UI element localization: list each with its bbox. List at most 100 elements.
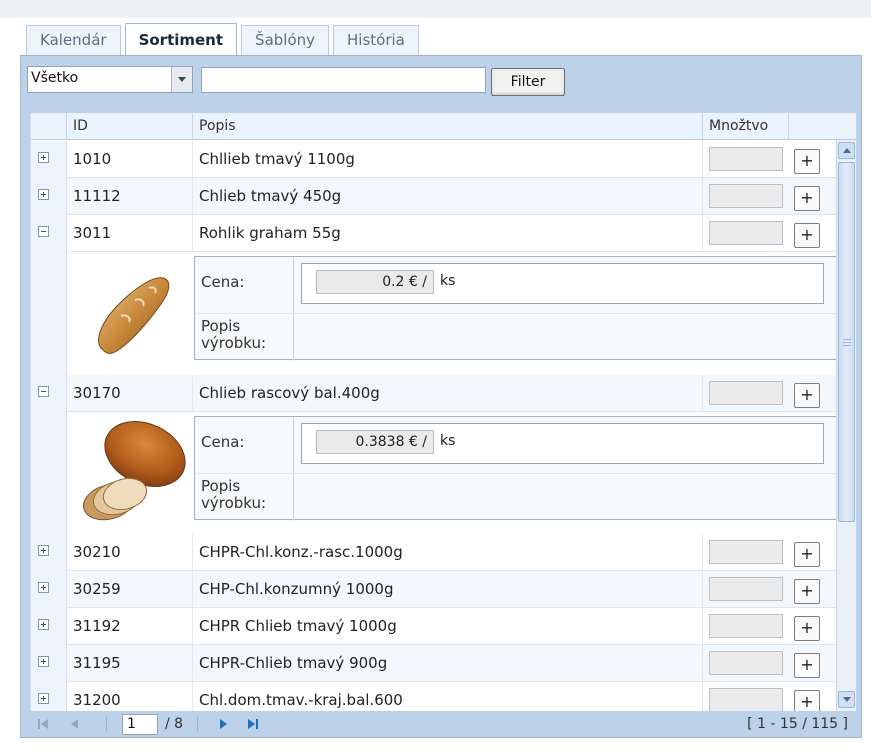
add-button[interactable]: + [794,149,820,174]
table-row[interactable]: 31195 CHPR-Chlieb tmavý 900g + [31,645,836,682]
cell-popis: Rohlik graham 55g [193,215,703,252]
expand-plus-icon[interactable] [38,619,49,630]
add-button[interactable]: + [794,223,820,248]
table-row[interactable]: 31200 Chl.dom.tmav.-kraj.bal.600 + [31,682,836,711]
price-field-container: 0.3838 € / ks [301,423,824,464]
tab-kalendar[interactable]: Kalendár [26,25,121,56]
quantity-input[interactable] [709,688,783,711]
expand-plus-icon[interactable] [38,582,49,593]
quantity-input[interactable] [709,147,783,171]
scroll-down-icon[interactable] [838,691,855,708]
quantity-input[interactable] [709,540,783,564]
tab-bar: Kalendár Sortiment Šablóny História [26,22,423,57]
table-row[interactable]: 31192 CHPR Chlieb tmavý 1000g + [31,608,836,645]
collapse-toggle[interactable] [31,375,67,412]
next-page-icon[interactable] [216,717,230,731]
price-label: Cena: [201,273,245,291]
tab-sortiment[interactable]: Sortiment [124,23,238,57]
expand-plus-icon[interactable] [38,189,49,200]
row-detail: Cena: 0.3838 € / ks Popis výrobku: [31,412,836,534]
price-unit: ks [440,433,456,449]
category-select[interactable]: Všetko [27,66,193,93]
expand-toggle[interactable] [31,682,67,711]
cell-popis: Chlieb tmavý 450g [193,178,703,215]
table-row[interactable]: 30170 Chlieb rascový bal.400g + [31,375,836,412]
row-detail: Cena: 0.2 € / ks Popis výrobku: [31,252,836,375]
header-mnozstvo[interactable]: Množtvo [703,113,789,140]
last-page-icon[interactable] [246,717,260,731]
cell-popis: CHPR Chlieb tmavý 1000g [193,608,703,645]
tab-historia[interactable]: História [333,25,419,56]
add-button[interactable]: + [794,186,820,211]
cell-popis: Chllieb tmavý 1100g [193,141,703,178]
table-row[interactable]: 1010 Chllieb tmavý 1100g + [31,141,836,178]
cell-popis: CHPR-Chlieb tmavý 900g [193,645,703,682]
tab-sablony[interactable]: Šablóny [241,25,330,56]
bread-loaf-image [71,416,193,524]
grid-header: ID Popis Množtvo [31,113,836,140]
collapse-toggle[interactable] [31,215,67,252]
scroll-up-icon[interactable] [838,142,855,159]
quantity-input[interactable] [709,221,783,245]
expand-toggle[interactable] [31,645,67,682]
price-field-container: 0.2 € / ks [301,263,824,304]
expand-toggle[interactable] [31,608,67,645]
filter-button[interactable]: Filter [491,68,565,96]
header-id[interactable]: ID [67,113,193,140]
price-value: 0.2 € / [316,270,434,294]
add-button[interactable]: + [794,616,820,641]
quantity-input[interactable] [709,651,783,675]
expand-plus-icon[interactable] [38,545,49,556]
detail-box: Cena: 0.2 € / ks Popis výrobku: [194,256,836,361]
scroll-thumb[interactable] [838,162,855,522]
quantity-input[interactable] [709,381,783,405]
quantity-input[interactable] [709,614,783,638]
expand-plus-icon[interactable] [38,656,49,667]
header-expander [31,113,67,140]
add-button[interactable]: + [794,579,820,604]
previous-page-icon[interactable] [68,717,82,731]
product-grid: ID Popis Množtvo 1010 Chllieb tmavý 1100… [30,113,836,711]
cell-id: 3011 [67,215,193,252]
header-action [789,113,836,140]
expand-toggle[interactable] [31,141,67,178]
quantity-input[interactable] [709,577,783,601]
page-number-input[interactable]: 1 [122,714,158,735]
vertical-scrollbar[interactable] [836,140,856,711]
price-value: 0.3838 € / [316,430,434,454]
price-unit: ks [440,273,456,289]
add-button[interactable]: + [794,690,820,711]
table-row[interactable]: 11112 Chlieb tmavý 450g + [31,178,836,215]
expand-toggle[interactable] [31,571,67,608]
header-popis[interactable]: Popis [193,113,703,140]
cell-id: 11112 [67,178,193,215]
detail-box: Cena: 0.3838 € / ks Popis výrobku: [194,416,836,521]
cell-popis: Chl.dom.tmav.-kraj.bal.600 [193,682,703,711]
search-input[interactable] [201,67,486,93]
total-pages: / 8 [165,716,184,732]
cell-id: 30210 [67,534,193,571]
collapse-minus-icon[interactable] [38,226,49,237]
expand-toggle[interactable] [31,178,67,215]
price-label: Cena: [201,433,245,451]
table-row[interactable]: 30210 CHPR-Chl.konz.-rasc.1000g + [31,534,836,571]
collapse-minus-icon[interactable] [38,386,49,397]
expand-toggle[interactable] [31,534,67,571]
dropdown-arrow-icon[interactable] [171,67,192,92]
top-band [0,0,871,18]
sortiment-panel: Všetko Filter ID Popis Množtvo 1010 Chll… [20,55,862,738]
expand-plus-icon[interactable] [38,693,49,704]
cell-id: 30170 [67,375,193,412]
cell-id: 31192 [67,608,193,645]
expand-plus-icon[interactable] [38,152,49,163]
add-button[interactable]: + [794,653,820,678]
add-button[interactable]: + [794,542,820,567]
table-row[interactable]: 3011 Rohlik graham 55g + [31,215,836,252]
rohlik-image [71,256,193,364]
quantity-input[interactable] [709,184,783,208]
table-row[interactable]: 30259 CHP-Chl.konzumný 1000g + [31,571,836,608]
category-select-value: Všetko [31,70,79,86]
add-button[interactable]: + [794,383,820,408]
product-description-label: Popis výrobku: [201,317,267,352]
first-page-icon[interactable] [36,717,50,731]
